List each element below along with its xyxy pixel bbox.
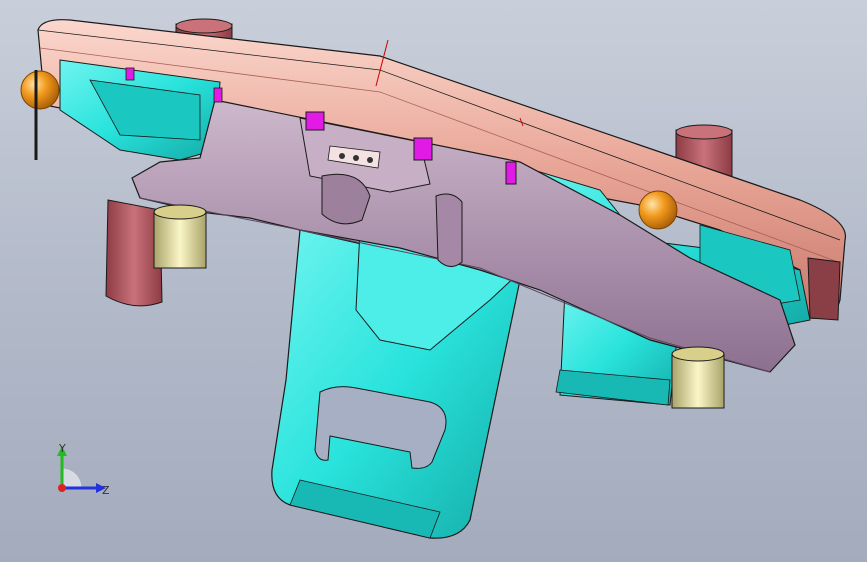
lifter-body[interactable] (271, 229, 522, 539)
3d-viewport[interactable]: Y Z (0, 0, 867, 562)
x-axis-dot-icon (58, 484, 66, 492)
bushing-left[interactable] (153, 204, 207, 269)
z-axis-label: Z (102, 484, 110, 497)
cad-model-view[interactable] (0, 0, 867, 562)
sphere-left[interactable] (20, 70, 60, 160)
sphere-right[interactable] (638, 190, 678, 230)
bushing-right[interactable] (671, 346, 725, 409)
view-cube-quadrant-icon (61, 467, 83, 489)
y-axis-label: Y (58, 442, 66, 455)
axis-triad: Y Z (57, 442, 110, 497)
